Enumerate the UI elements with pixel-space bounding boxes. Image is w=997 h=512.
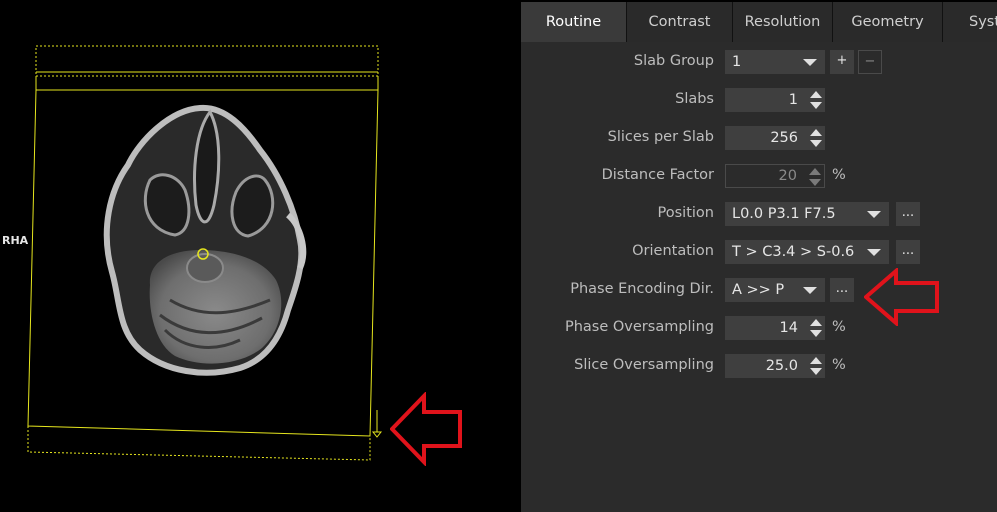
spinner-arrows-icon[interactable] — [809, 90, 823, 110]
param-label: Slab Group — [633, 53, 714, 69]
tab-resolution[interactable]: Resolution — [733, 2, 833, 42]
slabs-stepper[interactable]: 1 — [725, 88, 825, 112]
distance-factor-value: 20 — [778, 168, 797, 184]
phase-encoding-dir-value: A >> P — [732, 282, 785, 298]
spinner-arrows-icon[interactable] — [809, 318, 823, 338]
slab-group-select[interactable]: 1 — [725, 50, 825, 74]
param-row-slabs: Slabs 1 — [521, 88, 997, 114]
orientation-select[interactable]: T > C3.4 > S-0.6 — [725, 240, 889, 264]
orientation-more-button[interactable]: ... — [896, 240, 920, 264]
param-row-orientation: Orientation T > C3.4 > S-0.6 ... — [521, 240, 997, 266]
protocol-parameter-panel: Routine Contrast Resolution Geometry Sys… — [521, 2, 997, 512]
param-row-distance-factor: Distance Factor 20 % — [521, 164, 997, 190]
distance-factor-stepper[interactable]: 20 — [725, 164, 825, 188]
chevron-down-icon — [803, 59, 817, 66]
orientation-value: T > C3.4 > S-0.6 — [732, 244, 855, 260]
param-row-slab-group: Slab Group 1 + − — [521, 50, 997, 76]
slices-per-slab-stepper[interactable]: 256 — [725, 126, 825, 150]
phase-oversampling-value: 14 — [779, 320, 798, 336]
slice-oversampling-stepper[interactable]: 25.0 — [725, 354, 825, 378]
tab-geometry[interactable]: Geometry — [833, 2, 943, 42]
unit-label: % — [832, 319, 846, 335]
param-label: Orientation — [632, 243, 714, 259]
param-label: Slabs — [675, 91, 714, 107]
param-label: Distance Factor — [601, 167, 714, 183]
position-select[interactable]: L0.0 P3.1 F7.5 — [725, 202, 889, 226]
slices-per-slab-value: 256 — [770, 130, 798, 146]
unit-label: % — [832, 167, 846, 183]
param-row-slice-oversampling: Slice Oversampling 25.0 % — [521, 354, 997, 380]
spinner-arrows-icon[interactable] — [809, 128, 823, 148]
unit-label: % — [832, 357, 846, 373]
chevron-down-icon — [867, 249, 881, 256]
param-label: Slice Oversampling — [574, 357, 714, 373]
spinner-arrows-icon[interactable] — [808, 167, 822, 187]
tab-contrast[interactable]: Contrast — [627, 2, 733, 42]
slabs-value: 1 — [788, 92, 798, 108]
phase-encoding-more-button[interactable]: ... — [830, 278, 854, 302]
slab-group-value: 1 — [732, 54, 742, 70]
position-value: L0.0 P3.1 F7.5 — [732, 206, 836, 222]
phase-oversampling-stepper[interactable]: 14 — [725, 316, 825, 340]
orientation-label: RHA — [2, 234, 29, 247]
slice-oversampling-value: 25.0 — [765, 358, 798, 374]
chevron-down-icon — [867, 211, 881, 218]
chevron-down-icon — [803, 287, 817, 294]
tab-routine[interactable]: Routine — [521, 2, 627, 42]
position-more-button[interactable]: ... — [896, 202, 920, 226]
remove-slab-group-button[interactable]: − — [858, 50, 882, 74]
spinner-arrows-icon[interactable] — [809, 356, 823, 376]
param-label: Slices per Slab — [607, 129, 714, 145]
annotation-arrow-left-icon — [390, 392, 462, 466]
add-slab-group-button[interactable]: + — [830, 50, 854, 74]
parameter-tabs: Routine Contrast Resolution Geometry Sys… — [521, 2, 997, 42]
param-row-slices-per-slab: Slices per Slab 256 — [521, 126, 997, 152]
param-label: Phase Encoding Dir. — [570, 281, 714, 297]
tab-system[interactable]: Syst — [943, 2, 997, 42]
param-label: Phase Oversampling — [564, 319, 714, 335]
annotation-arrow-left-icon — [864, 268, 939, 326]
param-row-position: Position L0.0 P3.1 F7.5 ... — [521, 202, 997, 228]
param-label: Position — [657, 205, 714, 221]
phase-encoding-dir-select[interactable]: A >> P — [725, 278, 825, 302]
